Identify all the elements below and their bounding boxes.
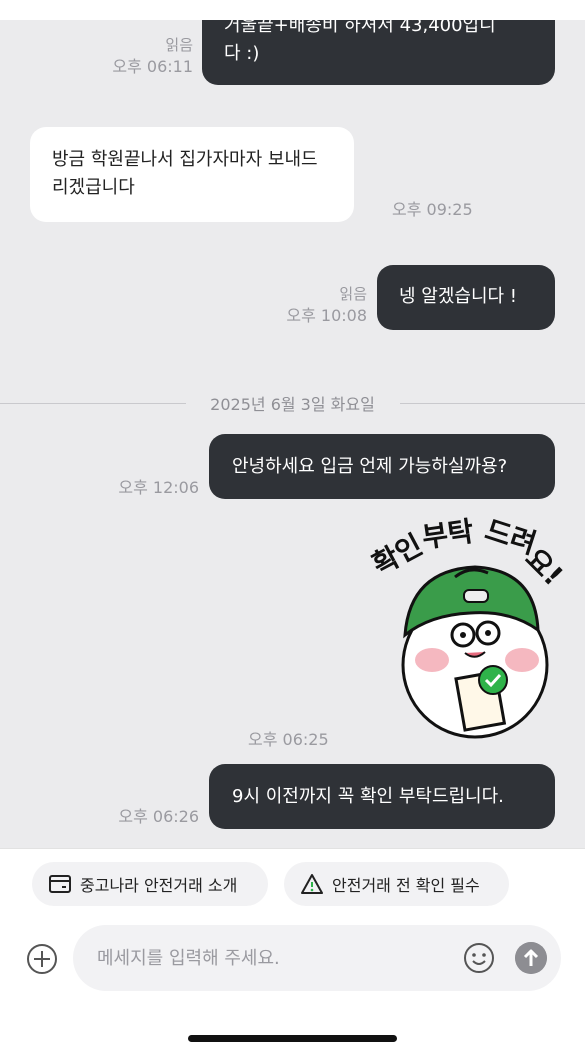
timestamp: 오후 12:06 (118, 478, 199, 497)
date-divider: 2025년 6월 3일 화요일 (0, 391, 585, 415)
message-text-line: 다 :) (224, 43, 260, 64)
chip-label: 안전거래 전 확인 필수 (332, 876, 480, 895)
message-text-line: 방금 학원끝나서 집가자마자 보내드 (52, 149, 318, 170)
home-indicator[interactable] (188, 1035, 397, 1042)
message-bubble-received[interactable]: 방금 학원끝나서 집가자마자 보내드 리겠급니다 (30, 127, 354, 222)
timestamp: 오후 06:25 (248, 730, 329, 749)
timestamp: 오후 10:08 (286, 306, 367, 325)
timestamp: 오후 06:11 (112, 57, 193, 76)
chip-label: 중고나라 안전거래 소개 (80, 876, 238, 895)
card-icon (49, 875, 71, 893)
message-input-box (73, 925, 561, 991)
message-text-line: 넹 알겠습니다 ! (399, 286, 518, 307)
timestamp: 오후 09:25 (392, 200, 473, 219)
sticker-image[interactable]: 확인 부탁 드려 요! (360, 515, 570, 745)
message-text-line: 리겠급니다 (52, 177, 135, 198)
read-receipt: 읽음 (339, 285, 367, 303)
message-input[interactable] (97, 947, 437, 969)
sticker-text: 확인 (367, 528, 428, 581)
message-text-line: 9시 이전까지 꼭 확인 부탁드립니다. (232, 786, 504, 807)
message-bubble-sent[interactable]: 9시 이전까지 꼭 확인 부탁드립니다. (209, 764, 555, 829)
read-receipt: 읽음 (165, 36, 193, 54)
timestamp: 오후 06:26 (118, 807, 199, 826)
status-bar-cover (0, 0, 585, 20)
message-bubble-sent[interactable]: 넹 알겠습니다 ! (377, 265, 555, 330)
warning-icon (301, 874, 323, 894)
check-icon (478, 665, 508, 695)
chat-area[interactable]: 읽음 오후 06:11 거울끝+배송비 하셔서 43,400입니 다 :) 방금… (0, 0, 585, 848)
bottom-panel: 중고나라 안전거래 소개 안전거래 전 확인 필수 (0, 848, 585, 1054)
safe-trade-intro-chip[interactable]: 중고나라 안전거래 소개 (32, 862, 268, 906)
safe-trade-check-chip[interactable]: 안전거래 전 확인 필수 (284, 862, 509, 906)
message-text-line: 안녕하세요 입금 언제 가능하실까용? (232, 456, 508, 477)
date-label: 2025년 6월 3일 화요일 (200, 395, 385, 414)
message-meta: 읽음 오후 06:11 (100, 34, 193, 78)
message-bubble-sent[interactable]: 안녕하세요 입금 언제 가능하실까용? (209, 434, 555, 499)
emoji-icon[interactable] (463, 942, 495, 974)
send-arrow-icon[interactable] (515, 942, 547, 974)
add-attachment-icon[interactable] (26, 943, 58, 975)
message-meta: 읽음 오후 10:08 (270, 283, 367, 327)
svg-text:부탁: 부탁 (420, 515, 476, 554)
